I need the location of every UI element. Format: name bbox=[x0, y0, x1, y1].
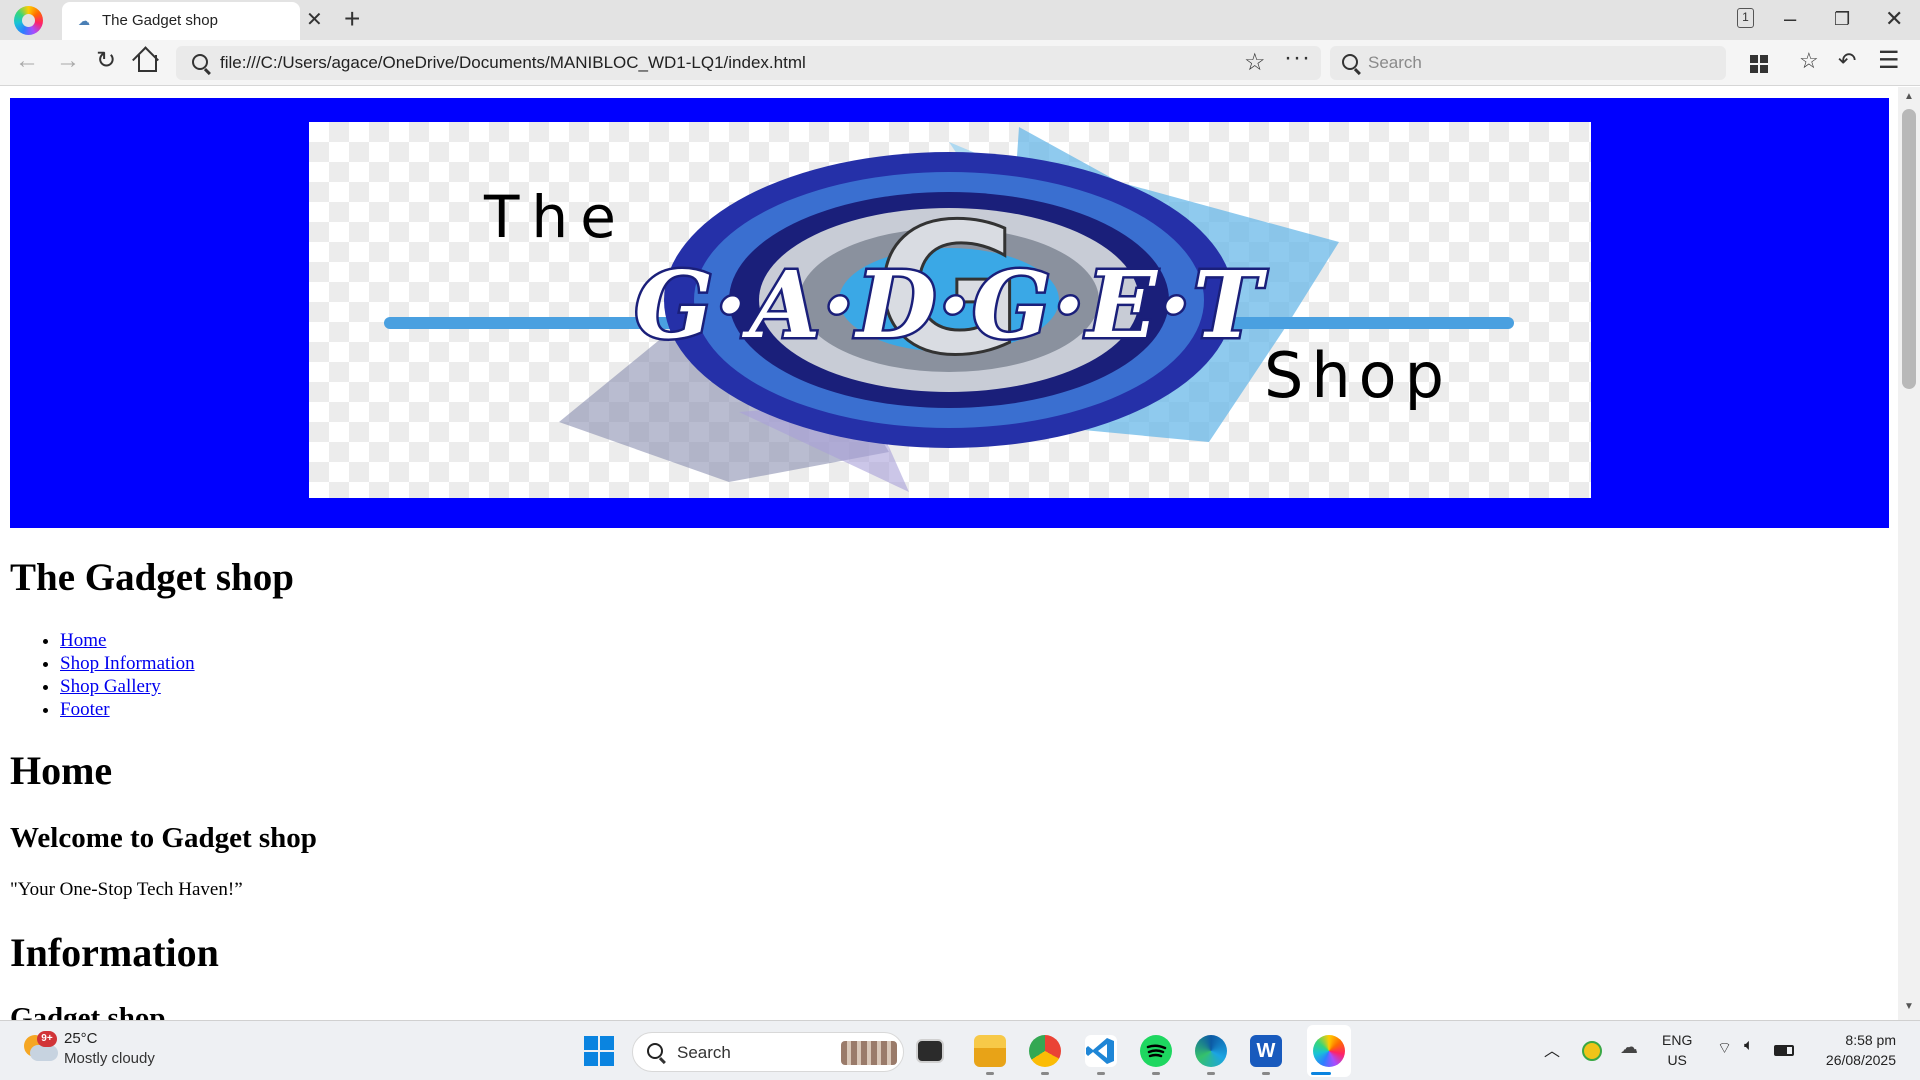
scroll-down-icon[interactable]: ▼ bbox=[1904, 1001, 1914, 1012]
reload-icon[interactable]: ↻ bbox=[96, 46, 116, 76]
running-indicator bbox=[986, 1072, 994, 1075]
browser-app-icon[interactable] bbox=[1313, 1035, 1345, 1067]
page-viewport: G The G·A·D·G·E·T Shop The Gadget shop H… bbox=[0, 87, 1898, 1020]
tab-title: The Gadget shop bbox=[102, 12, 218, 29]
vscode-icon[interactable] bbox=[1085, 1035, 1117, 1067]
weather-icon[interactable]: 9+ bbox=[24, 1031, 58, 1063]
taskbar-search-label: Search bbox=[677, 1043, 731, 1062]
scroll-up-icon[interactable]: ▲ bbox=[1904, 91, 1914, 102]
more-actions-icon[interactable]: ··· bbox=[1284, 44, 1311, 72]
taskbar-search[interactable]: Search bbox=[632, 1032, 904, 1072]
scroll-thumb[interactable] bbox=[1902, 109, 1916, 389]
clock-time: 8:58 pm bbox=[1845, 1032, 1896, 1048]
information-subheading: Gadget shop bbox=[10, 1002, 166, 1020]
back-icon[interactable]: ← bbox=[15, 46, 39, 76]
logo-word-top: The bbox=[483, 183, 628, 251]
bookmarks-icon[interactable]: ☆ bbox=[1799, 46, 1819, 76]
nav-item-home: Home bbox=[60, 629, 195, 652]
edge-icon[interactable] bbox=[1195, 1035, 1227, 1067]
tab-active[interactable]: ☁ The Gadget shop ✕ bbox=[62, 2, 323, 40]
volume-icon[interactable]: 🔈︎ bbox=[1744, 1037, 1754, 1055]
word-icon[interactable]: W bbox=[1250, 1035, 1282, 1067]
bookmark-star-icon[interactable]: ☆ bbox=[1244, 48, 1266, 77]
speed-dial-icon[interactable] bbox=[1750, 55, 1768, 73]
onedrive-cloud-icon[interactable]: ☁ bbox=[1620, 1037, 1638, 1058]
search-highlight-image bbox=[841, 1041, 897, 1065]
chrome-icon[interactable] bbox=[1029, 1035, 1061, 1067]
new-tab-button[interactable]: + bbox=[344, 4, 360, 34]
home-heading: Home bbox=[10, 748, 113, 793]
home-icon[interactable] bbox=[138, 55, 157, 72]
nav-link-shop-information[interactable]: Shop Information bbox=[60, 653, 195, 674]
taskbar: 9+ 25°C Mostly cloudy Search W ︿ ☁ ENG U… bbox=[0, 1020, 1920, 1080]
nav-item-shop-gallery: Shop Gallery bbox=[60, 675, 195, 698]
language-region: US bbox=[1667, 1052, 1687, 1068]
notification-badge: 9+ bbox=[37, 1031, 57, 1047]
nav-item-footer: Footer bbox=[60, 698, 195, 721]
running-indicator bbox=[1097, 1072, 1105, 1075]
search-icon bbox=[647, 1043, 663, 1059]
tray-app-icon[interactable] bbox=[1582, 1041, 1602, 1061]
browser-menu-icon[interactable] bbox=[14, 6, 43, 35]
address-bar[interactable]: file:///C:/Users/agace/OneDrive/Document… bbox=[176, 44, 1321, 80]
site-title: The Gadget shop bbox=[10, 556, 294, 599]
undo-icon[interactable]: ↶ bbox=[1838, 46, 1856, 76]
running-indicator bbox=[1262, 1072, 1270, 1075]
search-icon bbox=[1342, 54, 1358, 70]
running-indicator bbox=[1311, 1072, 1331, 1075]
chevron-up-icon[interactable]: ︿ bbox=[1544, 1037, 1560, 1061]
clock[interactable]: 8:58 pm 26/08/2025 bbox=[1826, 1030, 1896, 1070]
address-text[interactable]: file:///C:/Users/agace/OneDrive/Document… bbox=[220, 53, 806, 73]
logo-word-bottom: Shop bbox=[1264, 339, 1452, 412]
weather-temperature[interactable]: 25°C bbox=[64, 1030, 98, 1047]
page-scrollbar[interactable]: ▲ ▼ bbox=[1898, 87, 1920, 1020]
clock-date: 26/08/2025 bbox=[1825, 1052, 1896, 1068]
language-code: ENG bbox=[1662, 1032, 1693, 1048]
close-window-icon[interactable]: ✕ bbox=[1885, 4, 1903, 34]
nav-link-shop-gallery[interactable]: Shop Gallery bbox=[60, 676, 161, 697]
menu-icon[interactable]: ☰ bbox=[1878, 46, 1900, 76]
search-icon bbox=[192, 54, 208, 70]
running-indicator bbox=[1207, 1072, 1215, 1075]
search-bar[interactable] bbox=[1330, 46, 1726, 80]
welcome-heading: Welcome to Gadget shop bbox=[10, 822, 317, 854]
forward-icon[interactable]: → bbox=[56, 46, 80, 76]
cloud-icon: ☁ bbox=[78, 14, 90, 28]
tab-strip: ☁ The Gadget shop ✕ + 1 – ❐ ✕ bbox=[0, 0, 1920, 40]
tagline-text: "Your One-Stop Tech Haven!” bbox=[10, 879, 243, 900]
wifi-icon[interactable]: ⌔ bbox=[1717, 1038, 1732, 1058]
nav-link-home[interactable]: Home bbox=[60, 630, 106, 651]
gadget-logo-image: G The G·A·D·G·E·T Shop bbox=[384, 127, 1514, 492]
logo-word-main: G·A·D·G·E·T bbox=[634, 251, 1268, 359]
file-explorer-icon[interactable] bbox=[974, 1035, 1006, 1067]
search-input[interactable] bbox=[1368, 52, 1708, 74]
task-view-icon[interactable] bbox=[916, 1039, 944, 1063]
information-heading: Information bbox=[10, 930, 219, 975]
weather-description[interactable]: Mostly cloudy bbox=[64, 1050, 155, 1067]
navigation-bar: ← → ↻ file:///C:/Users/agace/OneDrive/Do… bbox=[0, 40, 1920, 86]
header-banner: G The G·A·D·G·E·T Shop bbox=[10, 98, 1889, 528]
shop-logo: G The G·A·D·G·E·T Shop bbox=[309, 122, 1591, 498]
spotify-icon[interactable] bbox=[1140, 1035, 1172, 1067]
minimize-icon[interactable]: – bbox=[1784, 4, 1796, 34]
restore-icon[interactable]: ❐ bbox=[1834, 4, 1850, 34]
language-indicator[interactable]: ENG US bbox=[1662, 1030, 1692, 1070]
running-indicator bbox=[1152, 1072, 1160, 1075]
tab-count-icon[interactable]: 1 bbox=[1737, 8, 1754, 28]
running-indicator bbox=[1041, 1072, 1049, 1075]
nav-item-shop-information: Shop Information bbox=[60, 652, 195, 675]
nav-link-footer[interactable]: Footer bbox=[60, 699, 110, 720]
battery-icon[interactable] bbox=[1774, 1045, 1794, 1056]
start-button[interactable] bbox=[584, 1036, 614, 1066]
close-tab-icon[interactable]: ✕ bbox=[306, 10, 323, 30]
site-navigation: Home Shop Information Shop Gallery Foote… bbox=[60, 629, 195, 721]
